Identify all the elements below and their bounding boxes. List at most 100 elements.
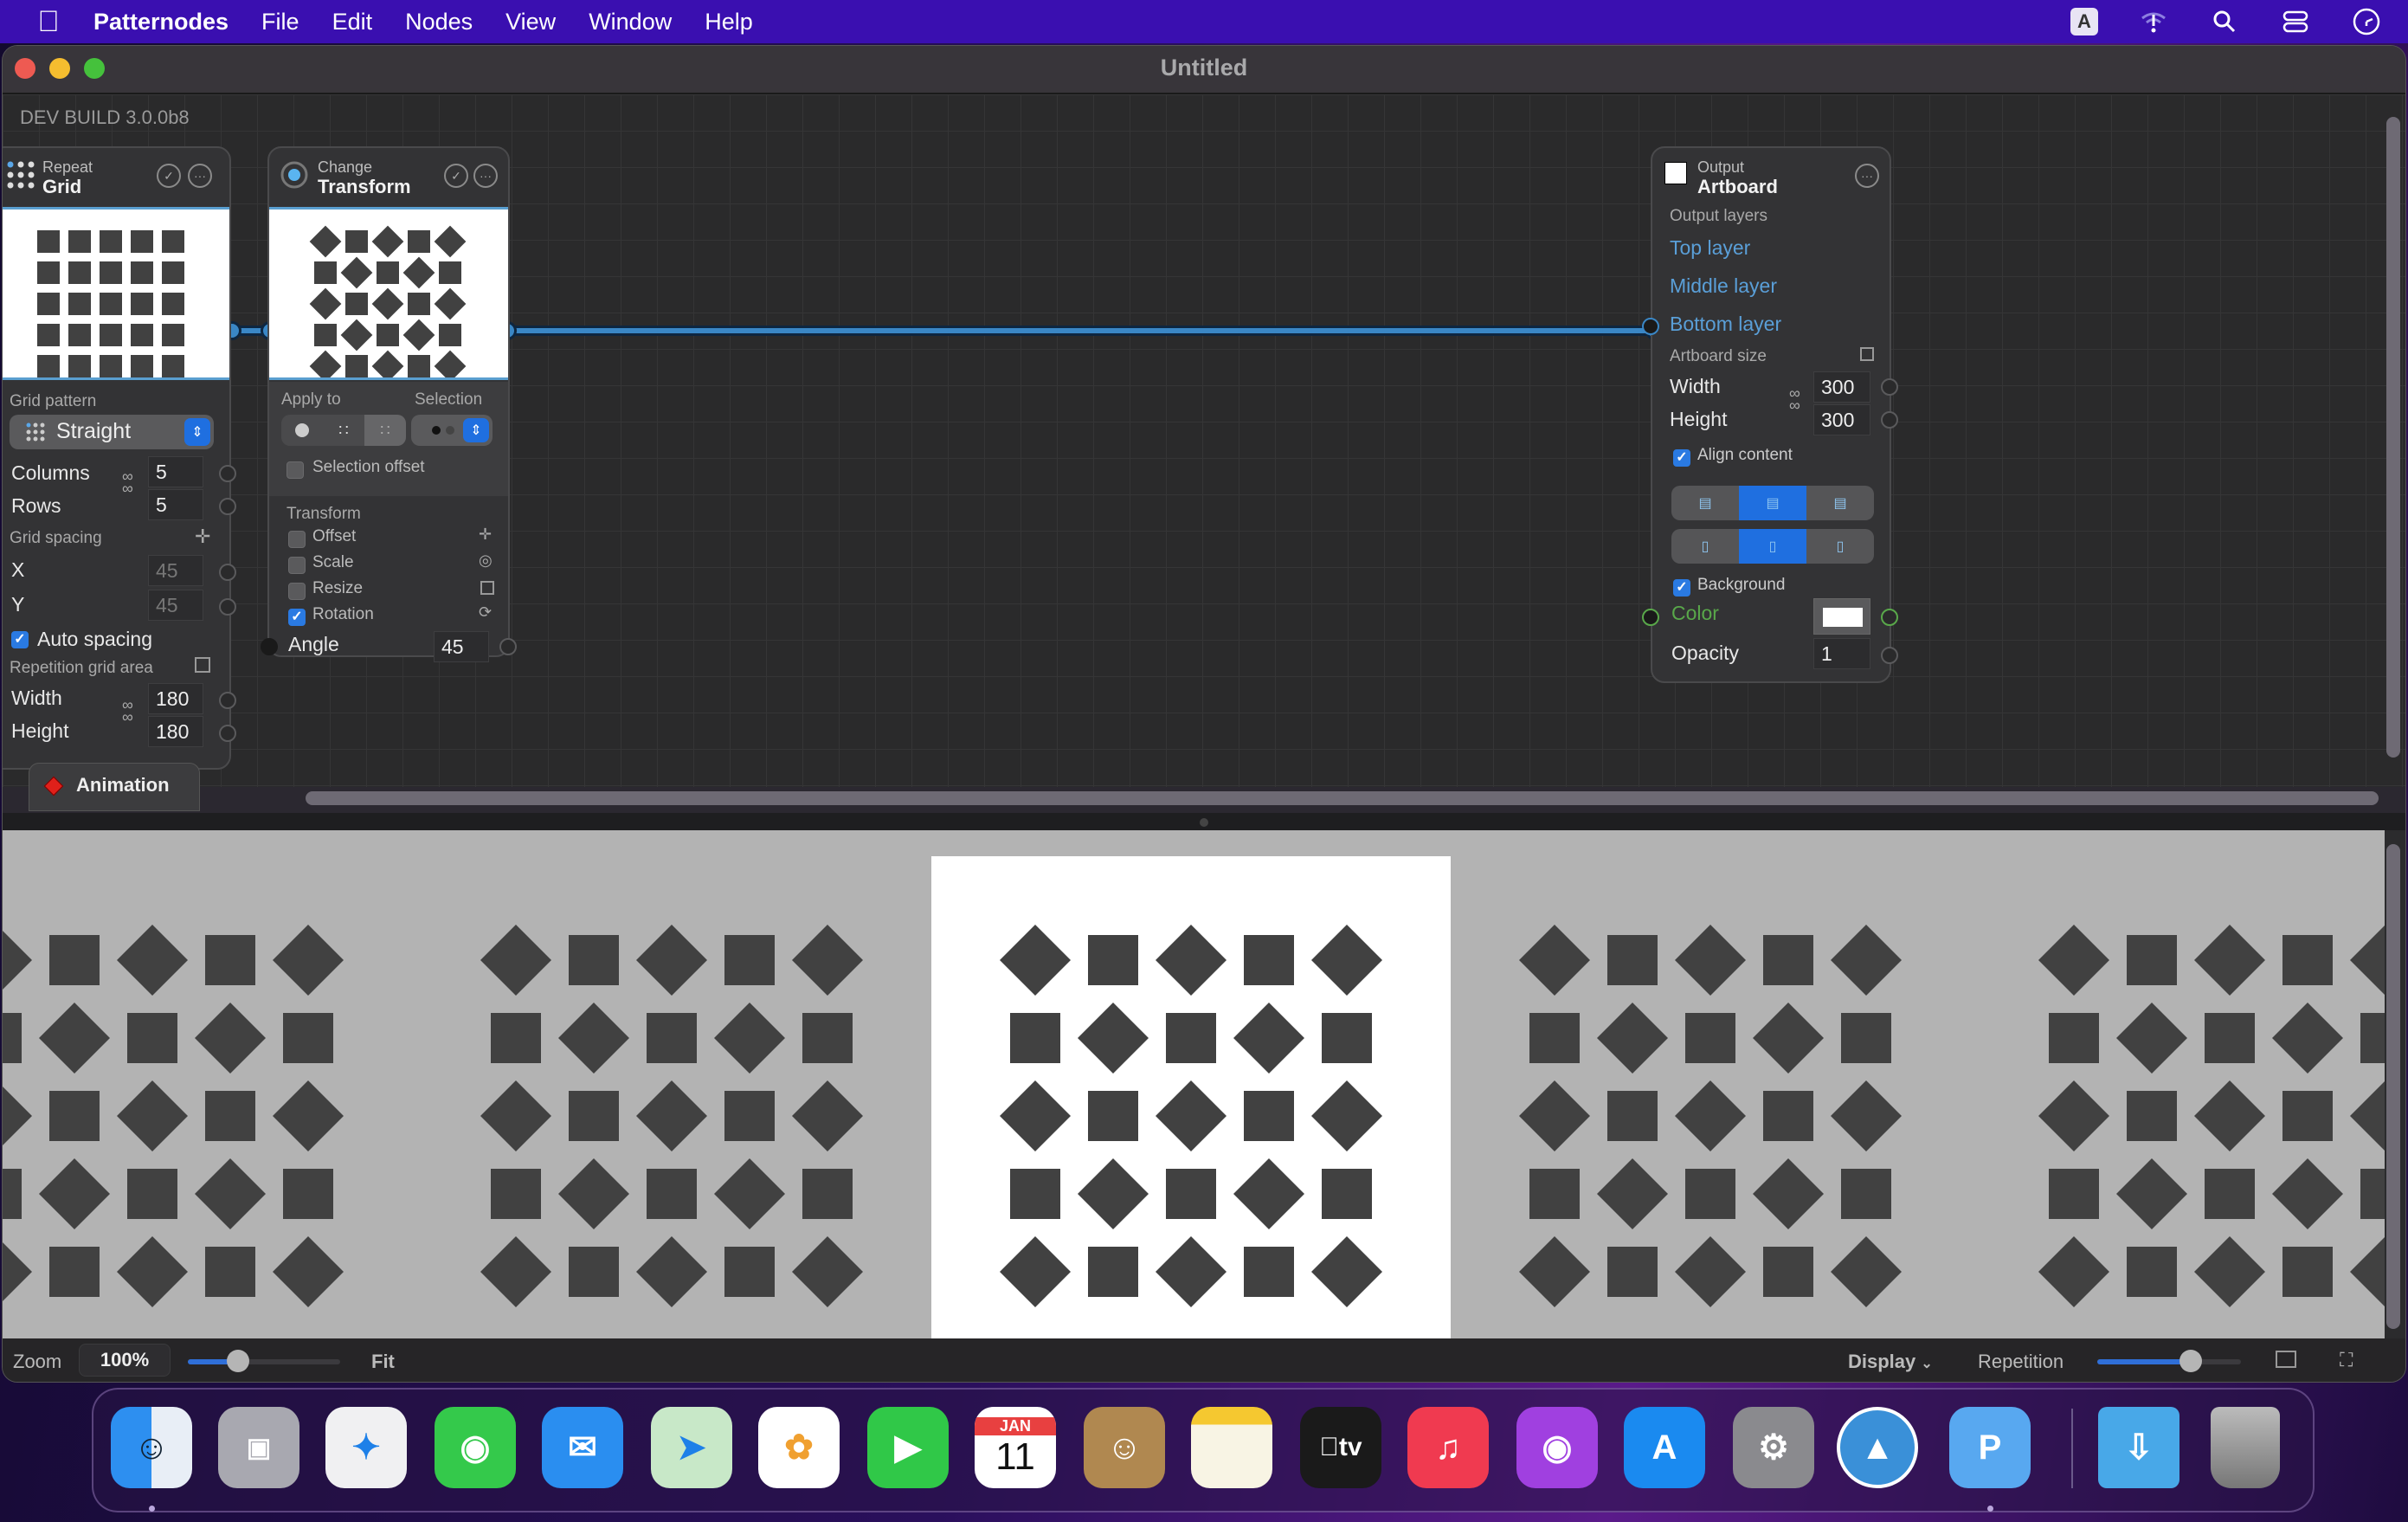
- apply-each-segment[interactable]: ∷: [323, 415, 364, 446]
- transform-node[interactable]: Change Transform ✓ ··· Apply to Selectio…: [261, 146, 517, 662]
- music-icon[interactable]: ♫: [1407, 1407, 1489, 1488]
- auto-spacing-checkbox[interactable]: ✓: [11, 631, 29, 648]
- keyboard-input-icon[interactable]: A: [2070, 8, 2098, 35]
- resize-checkbox[interactable]: [288, 583, 306, 600]
- area-width-field[interactable]: 180: [148, 683, 203, 714]
- spacing-y-field[interactable]: 45: [148, 590, 203, 621]
- angle-field[interactable]: 45: [434, 631, 489, 662]
- zoom-value-field[interactable]: 100%: [79, 1344, 171, 1377]
- mail-icon[interactable]: ✉: [542, 1407, 623, 1488]
- bottom-layer-port[interactable]: [1642, 318, 1659, 335]
- align-left-segment[interactable]: ▤: [1671, 486, 1739, 520]
- editor-horizontal-scrollbar[interactable]: [3, 787, 2405, 813]
- link-chain-icon[interactable]: ∞ ∞: [1789, 385, 1800, 413]
- trash-icon[interactable]: [2211, 1407, 2280, 1488]
- align-middle-segment[interactable]: ▯: [1739, 529, 1806, 564]
- display-menu[interactable]: Display ⌄: [1848, 1351, 1933, 1373]
- align-content-checkbox[interactable]: ✓: [1673, 449, 1690, 467]
- more-options-icon[interactable]: ···: [473, 164, 498, 188]
- menu-view[interactable]: View: [505, 9, 556, 35]
- offset-checkbox[interactable]: [288, 531, 306, 548]
- pockity-icon[interactable]: P: [1949, 1407, 2031, 1488]
- wifi-icon[interactable]: [2138, 6, 2169, 37]
- angle-output-port[interactable]: [499, 638, 517, 655]
- more-options-icon[interactable]: ···: [1855, 164, 1879, 188]
- apply-selection-segment[interactable]: ∷: [364, 415, 406, 446]
- link-chain-icon[interactable]: ∞ ∞: [122, 468, 133, 496]
- preview-canvas[interactable]: [3, 830, 2385, 1338]
- rows-port[interactable]: [219, 498, 236, 515]
- color-input-port[interactable]: [1642, 609, 1659, 626]
- search-icon[interactable]: [2209, 6, 2240, 37]
- apply-to-segmented[interactable]: ∷ ∷: [281, 415, 406, 446]
- grid-node-header[interactable]: Repeat Grid ✓ ···: [3, 148, 229, 200]
- transform-node-header[interactable]: Change Transform ✓ ···: [269, 148, 508, 200]
- node-editor-canvas[interactable]: DEV BUILD 3.0.0b8 Repeat Grid ✓ ··· Grid…: [3, 94, 2405, 787]
- menu-nodes[interactable]: Nodes: [405, 9, 473, 35]
- rows-field[interactable]: 5: [148, 489, 203, 520]
- contacts-icon[interactable]: ☺: [1084, 1407, 1165, 1488]
- menu-edit[interactable]: Edit: [332, 9, 373, 35]
- artboard-node[interactable]: Output Artboard ··· Output layers Top la…: [1642, 146, 1898, 683]
- opacity-port[interactable]: [1881, 647, 1898, 664]
- chevron-updown-icon[interactable]: ⇕: [184, 418, 210, 446]
- system-preferences-icon[interactable]: ⚙: [1733, 1407, 1814, 1488]
- artboard-height-port[interactable]: [1881, 411, 1898, 429]
- artboard-width-port[interactable]: [1881, 378, 1898, 396]
- app-store-icon[interactable]: A: [1624, 1407, 1705, 1488]
- grid-node[interactable]: Repeat Grid ✓ ··· Grid pattern Straight …: [3, 146, 236, 770]
- zoom-slider-knob[interactable]: [227, 1350, 250, 1372]
- tv-icon[interactable]: tv: [1300, 1407, 1381, 1488]
- apply-all-segment[interactable]: [281, 415, 323, 446]
- window-mode-icon[interactable]: [2276, 1351, 2296, 1368]
- repetition-slider[interactable]: [2097, 1350, 2241, 1372]
- divider-handle[interactable]: [1200, 818, 1208, 827]
- more-options-icon[interactable]: ···: [188, 164, 212, 188]
- columns-field[interactable]: 5: [148, 456, 203, 487]
- color-well[interactable]: [1813, 598, 1870, 635]
- menu-window[interactable]: Window: [589, 9, 672, 35]
- top-layer-input[interactable]: Top layer: [1670, 236, 1750, 260]
- chevron-updown-icon[interactable]: ⇕: [463, 418, 489, 442]
- vertical-align-segmented[interactable]: ▯ ▯ ▯: [1671, 529, 1874, 564]
- align-bottom-segment[interactable]: ▯: [1806, 529, 1874, 564]
- columns-port[interactable]: [219, 465, 236, 482]
- apple-menu-icon[interactable]: : [35, 5, 62, 38]
- artboard-height-field[interactable]: 300: [1813, 404, 1870, 435]
- horizontal-align-segmented[interactable]: ▤ ▤ ▤: [1671, 486, 1874, 520]
- fit-button[interactable]: Fit: [371, 1351, 395, 1373]
- spacing-x-field[interactable]: 45: [148, 555, 203, 586]
- animation-tab[interactable]: Animation: [29, 763, 200, 811]
- align-right-segment[interactable]: ▤: [1806, 486, 1874, 520]
- launchpad-icon[interactable]: ▣: [218, 1407, 299, 1488]
- scroll-thumb[interactable]: [306, 791, 2379, 805]
- notes-icon[interactable]: [1191, 1407, 1272, 1488]
- rotation-checkbox[interactable]: ✓: [288, 609, 306, 626]
- control-center-icon[interactable]: [2280, 6, 2311, 37]
- patternodes-icon[interactable]: ▲: [1837, 1407, 1918, 1488]
- downloads-folder-icon[interactable]: ⇩: [2098, 1407, 2179, 1488]
- color-port[interactable]: [1881, 609, 1898, 626]
- grid-pattern-select[interactable]: Straight ⇕: [10, 415, 214, 449]
- photos-icon[interactable]: ✿: [758, 1407, 840, 1488]
- middle-layer-input[interactable]: Middle layer: [1670, 274, 1777, 298]
- repetition-slider-knob[interactable]: [2179, 1350, 2202, 1372]
- maps-icon[interactable]: ➤: [651, 1407, 732, 1488]
- artboard-node-header[interactable]: Output Artboard ···: [1652, 148, 1890, 200]
- menu-app-name[interactable]: Patternodes: [93, 9, 229, 35]
- messages-icon[interactable]: ◉: [435, 1407, 516, 1488]
- wire-transform-to-artboard[interactable]: [506, 328, 1658, 333]
- area-width-port[interactable]: [219, 692, 236, 709]
- selection-offset-checkbox[interactable]: [287, 461, 304, 479]
- checkmark-icon[interactable]: ✓: [444, 164, 468, 188]
- menu-file[interactable]: File: [261, 9, 299, 35]
- calendar-icon[interactable]: JAN 11: [975, 1407, 1056, 1488]
- selection-select[interactable]: ⇕: [411, 415, 493, 446]
- preview-vertical-scrollbar[interactable]: [2386, 844, 2400, 1329]
- menu-help[interactable]: Help: [705, 9, 753, 35]
- angle-input-port[interactable]: [261, 638, 278, 655]
- editor-vertical-scrollbar[interactable]: [2386, 117, 2400, 758]
- area-height-field[interactable]: 180: [148, 716, 203, 747]
- align-top-segment[interactable]: ▯: [1671, 529, 1739, 564]
- split-divider[interactable]: [3, 813, 2405, 830]
